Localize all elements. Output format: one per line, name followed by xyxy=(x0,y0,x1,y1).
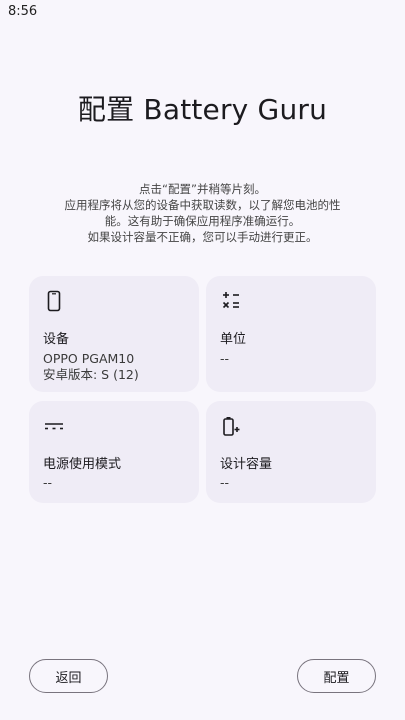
status-time: 8:56 xyxy=(8,4,38,19)
power-mode-label: 电源使用模式 xyxy=(43,457,122,472)
configure-button[interactable]: 配置 xyxy=(297,659,376,693)
power-mode-card: 电源使用模式 -- xyxy=(29,401,199,503)
design-capacity-card: 设计容量 -- xyxy=(206,401,376,503)
status-bar: 8:56 xyxy=(0,0,405,24)
design-capacity-value: -- xyxy=(220,475,230,490)
unit-label: 单位 xyxy=(220,332,247,347)
device-label: 设备 xyxy=(43,332,70,347)
description-line-1: 点击“配置”并稍等片刻。 xyxy=(139,182,266,196)
design-capacity-label: 设计容量 xyxy=(220,457,273,472)
description-line-2: 应用程序将从您的设备中获取读数，以了解您电池的性能。这有助于确保应用程序准确运行… xyxy=(64,198,341,228)
unit-value: -- xyxy=(220,351,230,366)
unit-card: 单位 -- xyxy=(206,276,376,392)
page-title: 配置 Battery Guru xyxy=(77,93,328,126)
android-version: 安卓版本: S (12) xyxy=(43,367,139,382)
device-model: OPPO PGAM10 xyxy=(43,351,135,366)
phone-icon xyxy=(43,290,65,312)
calculator-symbols-icon xyxy=(220,290,242,312)
battery-plus-icon xyxy=(220,415,242,437)
description: 点击“配置”并稍等片刻。 应用程序将从您的设备中获取读数，以了解您电池的性能。这… xyxy=(60,181,345,245)
description-line-3: 如果设计容量不正确，您可以手动进行更正。 xyxy=(87,230,318,244)
device-card: 设备 OPPO PGAM10 安卓版本: S (12) xyxy=(29,276,199,392)
back-button[interactable]: 返回 xyxy=(29,659,108,693)
power-mode-value: -- xyxy=(43,475,53,490)
dc-power-icon xyxy=(43,415,65,437)
